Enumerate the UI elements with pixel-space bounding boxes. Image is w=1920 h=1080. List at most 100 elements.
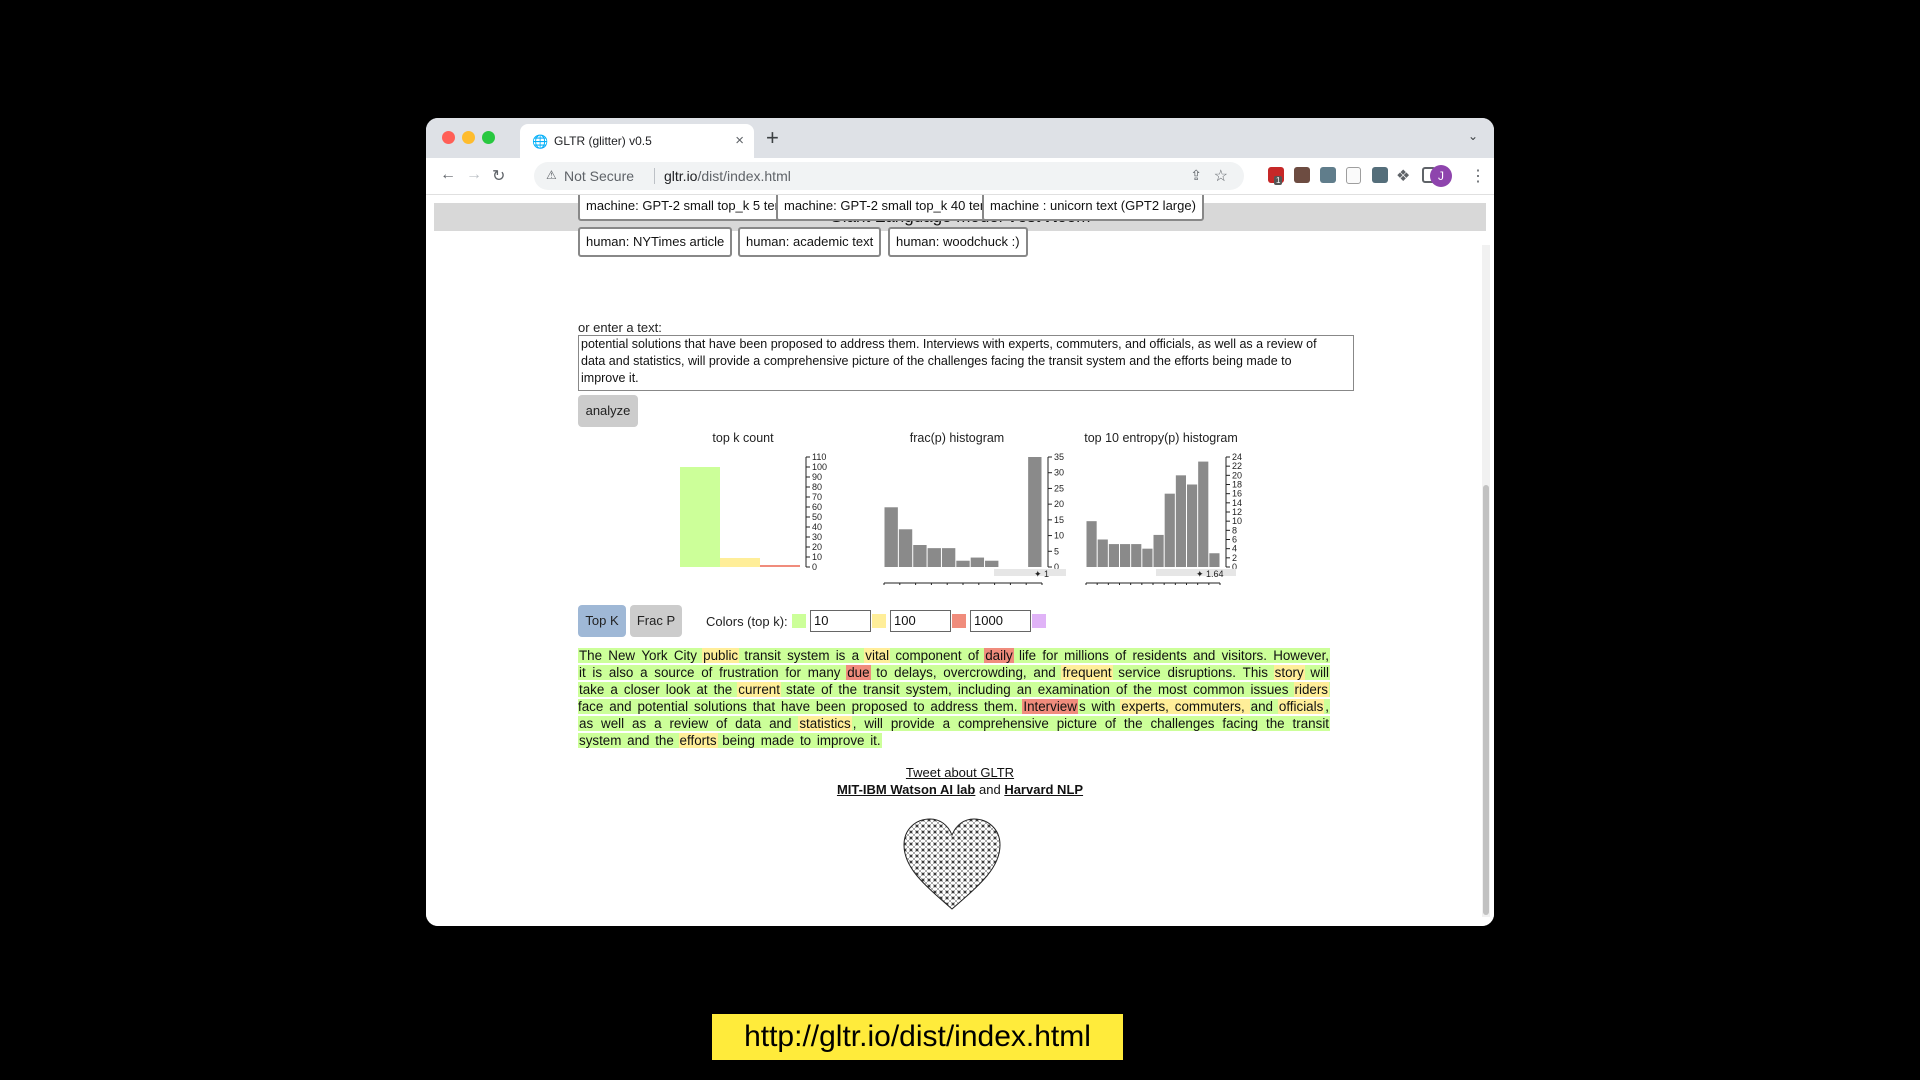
token[interactable]: due xyxy=(846,665,871,680)
token[interactable]: the xyxy=(712,682,738,697)
token[interactable]: frustration xyxy=(718,665,785,680)
scrollbar[interactable] xyxy=(1482,245,1490,917)
token[interactable]: the xyxy=(837,682,863,697)
token[interactable]: facing xyxy=(1221,716,1266,731)
new-tab-icon[interactable]: + xyxy=(766,125,779,151)
token[interactable]: transit xyxy=(862,682,905,697)
token[interactable]: and xyxy=(1192,648,1221,663)
threshold-input-10[interactable]: 10 xyxy=(810,610,871,632)
token[interactable]: life xyxy=(1013,648,1042,663)
token[interactable]: of xyxy=(1103,716,1123,731)
token[interactable]: delays, xyxy=(893,665,943,680)
tweet-link[interactable]: Tweet about GLTR xyxy=(426,765,1494,780)
token[interactable]: public xyxy=(702,648,740,663)
sample-button-academic[interactable]: human: academic text xyxy=(738,227,882,257)
token[interactable]: issues xyxy=(1249,682,1294,697)
token[interactable]: of xyxy=(715,716,735,731)
token[interactable]: will xyxy=(863,716,890,731)
analyze-button[interactable]: analyze xyxy=(578,395,638,427)
token[interactable]: them. xyxy=(982,699,1023,714)
token[interactable]: residents xyxy=(1131,648,1192,663)
token[interactable]: riders xyxy=(1293,682,1329,697)
extension-icon[interactable] xyxy=(1320,167,1336,183)
harvard-nlp-link[interactable]: Harvard NLP xyxy=(1004,782,1083,797)
forward-icon[interactable]: → xyxy=(466,166,482,184)
token[interactable]: including xyxy=(956,682,1016,697)
scrollbar-thumb[interactable] xyxy=(1483,485,1489,915)
token[interactable]: vital xyxy=(864,648,891,663)
token[interactable]: component xyxy=(890,648,967,663)
sample-button-woodchuck[interactable]: human: woodchuck :) xyxy=(888,227,1028,257)
token[interactable]: common xyxy=(1192,682,1250,697)
token[interactable]: being xyxy=(717,733,760,748)
token[interactable]: challenges xyxy=(1149,716,1222,731)
token[interactable]: story xyxy=(1273,665,1305,680)
token[interactable]: look xyxy=(664,682,696,697)
token[interactable]: Interview xyxy=(1022,699,1078,714)
bookmark-star-icon[interactable]: ☆ xyxy=(1214,166,1228,186)
token[interactable]: The xyxy=(578,648,608,663)
token[interactable]: City xyxy=(672,648,703,663)
token[interactable]: and xyxy=(768,716,799,731)
token[interactable]: a xyxy=(941,716,957,731)
token[interactable]: to xyxy=(912,699,930,714)
token[interactable]: improve xyxy=(815,733,870,748)
token[interactable]: current xyxy=(737,682,781,697)
threshold-input-1000[interactable]: 1000 xyxy=(970,610,1031,632)
token[interactable]: of xyxy=(820,682,838,697)
avatar[interactable]: J xyxy=(1430,165,1452,187)
token[interactable]: overcrowding, xyxy=(942,665,1033,680)
token[interactable]: is xyxy=(591,665,608,680)
token[interactable]: that xyxy=(751,699,780,714)
token[interactable]: a xyxy=(639,665,654,680)
token[interactable]: with xyxy=(1090,699,1121,714)
token[interactable]: provide xyxy=(889,716,942,731)
token[interactable]: been xyxy=(814,699,851,714)
token[interactable]: many xyxy=(806,665,847,680)
token[interactable]: daily xyxy=(984,648,1014,663)
token[interactable]: and xyxy=(1032,665,1062,680)
address-bar[interactable]: ⚠ Not Secure gltr.io/dist/index.html ⇪ ☆ xyxy=(534,162,1244,190)
token[interactable]: , xyxy=(1324,699,1331,714)
token[interactable]: frequent xyxy=(1061,665,1113,680)
token[interactable]: statistics xyxy=(798,716,852,731)
token[interactable]: New xyxy=(607,648,641,663)
token[interactable]: closer xyxy=(622,682,665,697)
token[interactable]: disruptions. xyxy=(1166,665,1242,680)
token[interactable]: as xyxy=(631,716,654,731)
token[interactable]: at xyxy=(695,682,713,697)
token[interactable]: examination xyxy=(1036,682,1116,697)
token[interactable]: transit xyxy=(1291,716,1331,731)
token[interactable]: However, xyxy=(1272,648,1331,663)
token[interactable]: for xyxy=(1041,648,1064,663)
token[interactable]: service xyxy=(1112,665,1167,680)
token[interactable]: and xyxy=(626,733,655,748)
frac-p-button[interactable]: Frac P xyxy=(630,605,682,637)
token[interactable]: the xyxy=(1122,716,1150,731)
token[interactable]: to xyxy=(870,665,894,680)
token[interactable]: most xyxy=(1156,682,1193,697)
token[interactable]: and xyxy=(608,699,637,714)
token[interactable]: commuters, xyxy=(1173,699,1250,714)
token[interactable]: source xyxy=(653,665,701,680)
token[interactable]: the xyxy=(1265,716,1292,731)
token[interactable]: , xyxy=(851,716,864,731)
token[interactable]: also xyxy=(607,665,640,680)
token[interactable]: the xyxy=(654,733,679,748)
token[interactable]: the xyxy=(1132,682,1157,697)
threshold-input-100[interactable]: 100 xyxy=(890,610,951,632)
token[interactable]: solutions xyxy=(693,699,752,714)
minimize-window-button[interactable] xyxy=(462,131,475,144)
token[interactable]: take xyxy=(578,682,610,697)
top-k-button[interactable]: Top K xyxy=(578,605,626,637)
token[interactable]: s xyxy=(1077,699,1091,714)
token[interactable]: and xyxy=(1249,699,1278,714)
token[interactable]: system xyxy=(578,733,627,748)
token[interactable]: well xyxy=(600,716,632,731)
token[interactable]: will xyxy=(1304,665,1330,680)
text-input[interactable]: potential solutions that have been propo… xyxy=(578,335,1354,391)
token[interactable]: experts, xyxy=(1120,699,1174,714)
token[interactable]: of xyxy=(1115,682,1133,697)
token[interactable]: it. xyxy=(869,733,882,748)
token[interactable]: have xyxy=(779,699,815,714)
